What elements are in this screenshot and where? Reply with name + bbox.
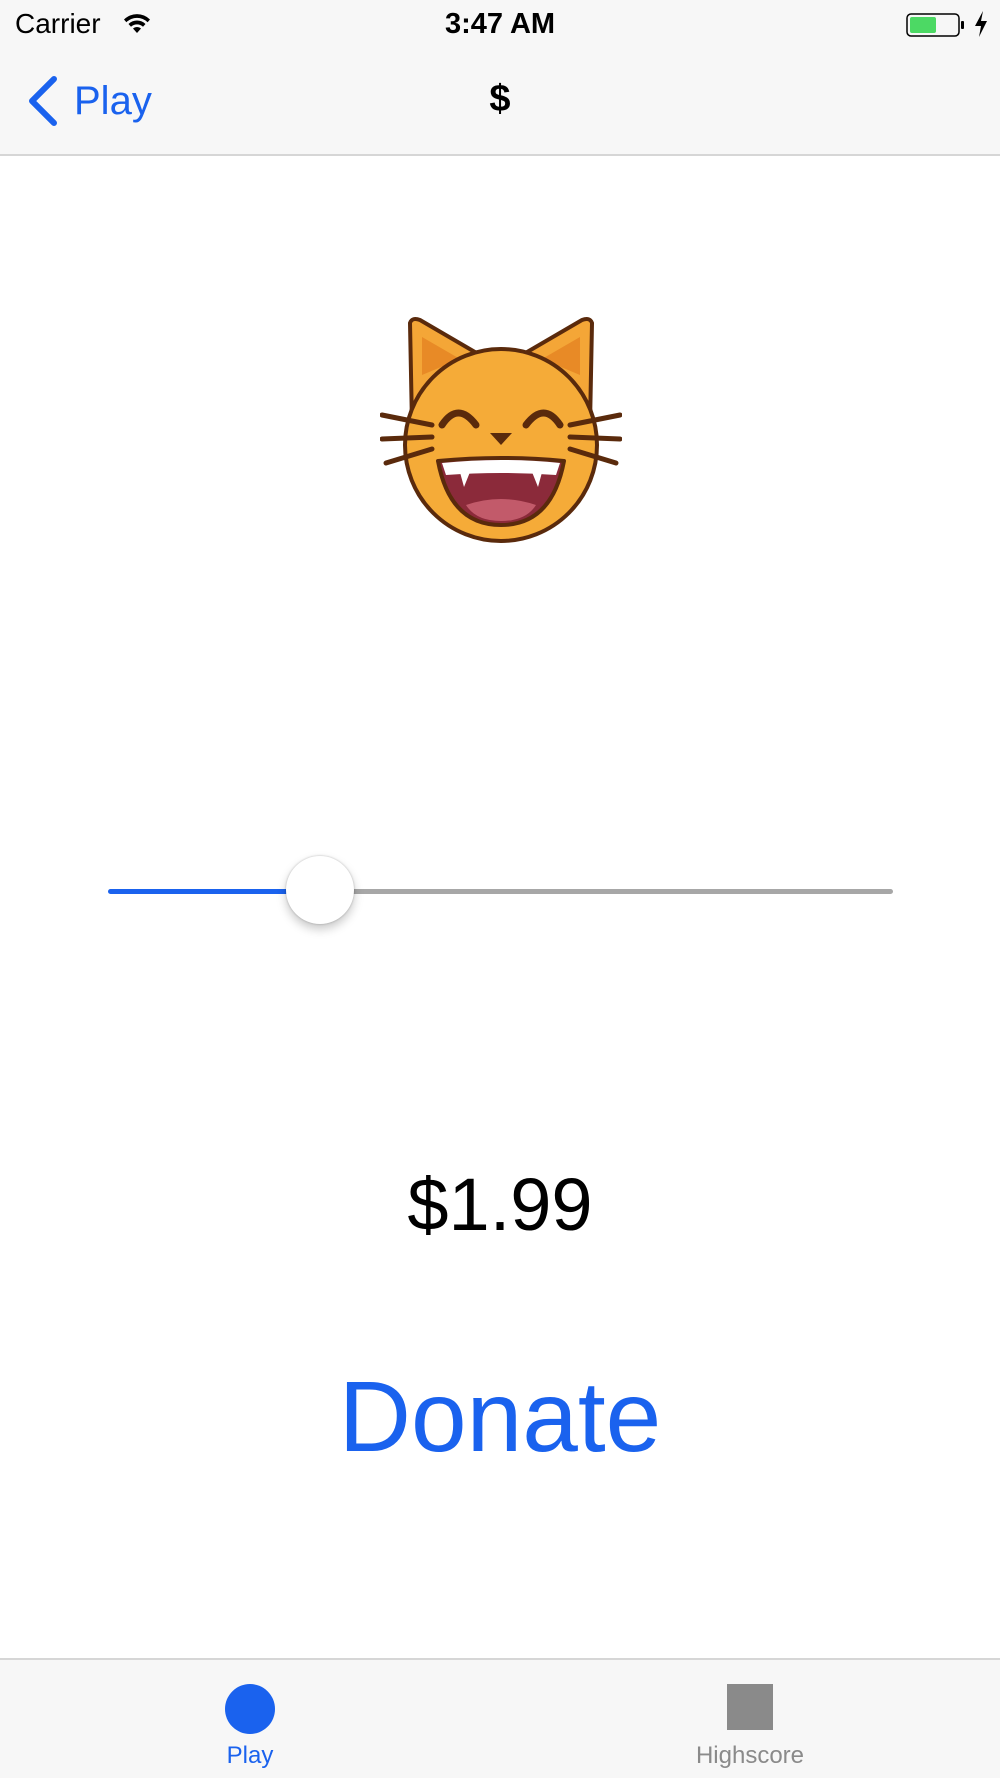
price-label: $1.99 bbox=[407, 1163, 593, 1246]
slider-track-empty bbox=[320, 889, 893, 894]
donate-screen: Carrier 3:47 AM Play $ $1.99 Donate Play… bbox=[0, 0, 1000, 1778]
status-bar: Carrier 3:47 AM bbox=[0, 0, 1000, 50]
navigation-bar: Play $ bbox=[0, 50, 1000, 156]
battery-icon bbox=[906, 13, 964, 37]
circle-icon bbox=[225, 1684, 275, 1734]
slider-thumb[interactable] bbox=[286, 856, 354, 924]
tab-highscore-label: Highscore bbox=[695, 1742, 805, 1769]
tab-play-label: Play bbox=[226, 1742, 274, 1769]
tab-highscore[interactable]: Highscore bbox=[500, 1660, 1000, 1778]
tab-bar: Play Highscore bbox=[0, 1658, 1000, 1778]
charging-bolt-icon bbox=[975, 11, 987, 37]
donate-button[interactable]: Donate bbox=[300, 1360, 700, 1475]
tab-play[interactable]: Play bbox=[0, 1660, 500, 1778]
smiling-cat-emoji bbox=[380, 317, 622, 543]
page-title: $ bbox=[489, 78, 511, 120]
donation-amount-slider[interactable] bbox=[108, 855, 893, 927]
square-icon bbox=[727, 1684, 773, 1730]
clock-label: 3:47 AM bbox=[444, 8, 556, 40]
